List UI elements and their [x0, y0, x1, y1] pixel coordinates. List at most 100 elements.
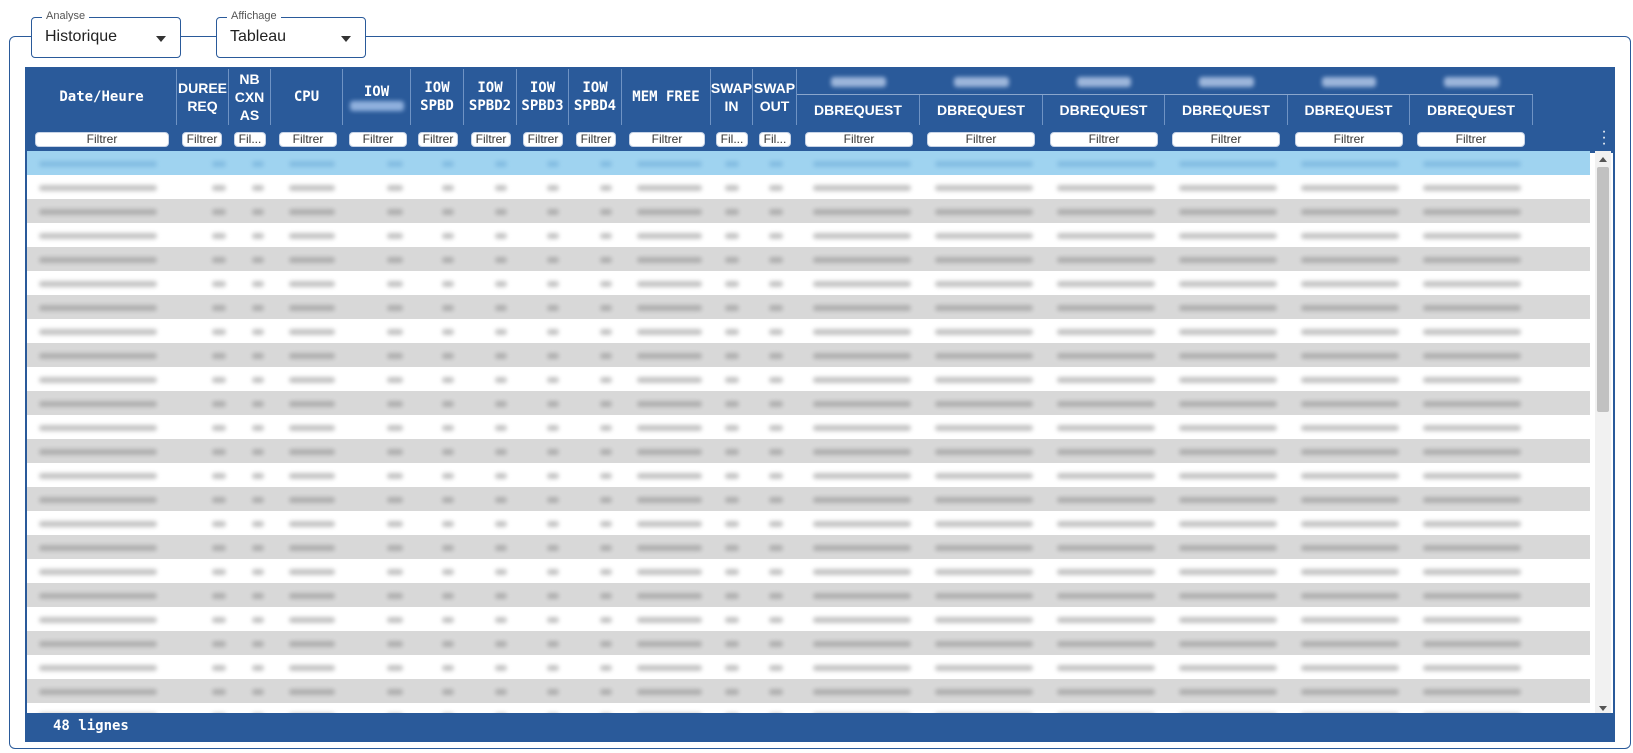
table-row[interactable] [27, 487, 1590, 511]
table-row[interactable] [27, 319, 1590, 343]
col-header-dbrequest-1[interactable]: DBREQUEST [797, 95, 920, 125]
blurred-cell-value [289, 185, 335, 191]
col-header-iow-spbd[interactable]: IOW SPBD [411, 69, 464, 125]
table-row[interactable] [27, 271, 1590, 295]
col-header-cpu[interactable]: CPU [271, 69, 343, 125]
blurred-cell-value [637, 329, 702, 335]
blurred-cell-value [637, 257, 702, 263]
col-header-dbrequest-5[interactable]: DBREQUEST [1288, 95, 1410, 125]
blurred-cell-value [495, 233, 507, 239]
filter-input[interactable]: Filtrer [1172, 132, 1280, 147]
blurred-cell-value [212, 569, 226, 575]
table-row[interactable] [27, 367, 1590, 391]
col-header-iow-spbd4[interactable]: IOW SPBD4 [569, 69, 622, 125]
blurred-cell-value [212, 449, 226, 455]
blurred-cell-value [442, 641, 454, 647]
table-row[interactable] [27, 175, 1590, 199]
col-header-mem-free[interactable]: MEM FREE [622, 69, 711, 125]
table-row[interactable] [27, 151, 1590, 175]
table-row[interactable] [27, 223, 1590, 247]
scroll-up-icon[interactable] [1599, 157, 1607, 162]
table-row[interactable] [27, 535, 1590, 559]
blurred-cell-value [547, 329, 559, 335]
blurred-cell-value [387, 665, 403, 671]
table-row[interactable] [27, 631, 1590, 655]
col-header-swap-out[interactable]: SWAP OUT [753, 69, 797, 125]
table-row[interactable] [27, 607, 1590, 631]
scrollbar-thumb[interactable] [1597, 167, 1609, 412]
table-row[interactable] [27, 199, 1590, 223]
table-row[interactable] [27, 247, 1590, 271]
table-row[interactable] [27, 559, 1590, 583]
col-header-date-heure[interactable]: Date/Heure [27, 69, 177, 125]
blurred-cell-value [1057, 641, 1155, 647]
vertical-scrollbar[interactable] [1595, 151, 1611, 717]
filter-input[interactable]: Filtrer [1050, 132, 1158, 147]
blurred-cell-value [495, 569, 507, 575]
blurred-label [1443, 77, 1500, 87]
blurred-cell-value [769, 281, 783, 287]
blurred-cell-value [637, 377, 702, 383]
table-row[interactable] [27, 583, 1590, 607]
scroll-down-icon[interactable] [1599, 706, 1607, 711]
col-header-duree-req[interactable]: DUREE REQ [177, 69, 229, 125]
col-header-dbrequest-2[interactable]: DBREQUEST [920, 95, 1043, 125]
blurred-cell-value [1301, 617, 1399, 623]
blurred-cell-value [547, 305, 559, 311]
col-header-dbrequest-6[interactable]: DBREQUEST [1410, 95, 1533, 125]
blurred-cell-value [769, 689, 783, 695]
filter-input[interactable]: Fil... [234, 132, 266, 147]
filter-input[interactable]: Fil... [759, 132, 791, 147]
blurred-cell-value [725, 617, 739, 623]
filter-input[interactable]: Filtrer [629, 132, 705, 147]
col-header-dbrequest-4[interactable]: DBREQUEST [1165, 95, 1288, 125]
blurred-cell-value [813, 161, 911, 167]
blurred-cell-value [1301, 305, 1399, 311]
col-header-iow-spbd3[interactable]: IOW SPBD3 [517, 69, 569, 125]
filter-input[interactable]: Filtrer [576, 132, 616, 147]
filter-input[interactable]: Fil... [716, 132, 748, 147]
col-header-nb-cxn-as[interactable]: NB CXN AS [229, 69, 271, 125]
filter-input[interactable]: Filtrer [1417, 132, 1525, 147]
col-label: Date/Heure [59, 89, 144, 105]
col-header-swap-in[interactable]: SWAP IN [711, 69, 753, 125]
affichage-select[interactable]: Affichage Tableau [216, 10, 366, 58]
blurred-cell-value [1301, 569, 1399, 575]
filter-input[interactable]: Filtrer [471, 132, 511, 147]
table-row[interactable] [27, 511, 1590, 535]
table-row[interactable] [27, 391, 1590, 415]
blurred-cell-value [252, 521, 264, 527]
table-row[interactable] [27, 655, 1590, 679]
filter-input[interactable]: Filtrer [1295, 132, 1403, 147]
table-row[interactable] [27, 415, 1590, 439]
blurred-cell-value [813, 569, 911, 575]
blurred-cell-value [252, 617, 264, 623]
blurred-cell-value [442, 353, 454, 359]
filter-input[interactable]: Filtrer [805, 132, 913, 147]
blurred-cell-value [39, 185, 157, 191]
col-label: MEM FREE [632, 89, 700, 105]
col-header-iow-spbd2[interactable]: IOW SPBD2 [464, 69, 517, 125]
filter-input[interactable]: Filtrer [523, 132, 563, 147]
table-row[interactable] [27, 343, 1590, 367]
table-row[interactable] [27, 439, 1590, 463]
col-label: NB CXN AS [234, 71, 265, 123]
table-row[interactable] [27, 679, 1590, 703]
filter-input[interactable]: Filtrer [279, 132, 337, 147]
filter-input[interactable]: Filtrer [927, 132, 1035, 147]
table-row[interactable] [27, 463, 1590, 487]
table-row[interactable] [27, 295, 1590, 319]
analyse-select[interactable]: Analyse Historique [31, 10, 181, 58]
filter-input[interactable]: Filtrer [418, 132, 458, 147]
blurred-cell-value [600, 329, 612, 335]
column-menu-icon[interactable]: · · · [1601, 124, 1607, 152]
col-header-dbrequest-3[interactable]: DBREQUEST [1043, 95, 1165, 125]
filter-input[interactable]: Filtrer [349, 132, 407, 147]
blurred-cell-value [495, 305, 507, 311]
blurred-cell-value [442, 449, 454, 455]
filter-input[interactable]: Filtrer [35, 132, 169, 147]
blurred-cell-value [600, 281, 612, 287]
blurred-cell-value [813, 689, 911, 695]
filter-input[interactable]: Filtrer [182, 132, 222, 147]
col-header-iow[interactable]: IOW [343, 69, 411, 125]
